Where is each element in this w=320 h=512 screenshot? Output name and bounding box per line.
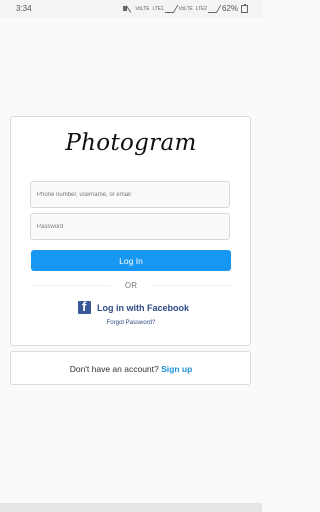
status-time: 3:34 bbox=[16, 4, 32, 13]
divider-right bbox=[151, 285, 231, 286]
signup-link[interactable]: Sign up bbox=[161, 364, 192, 374]
network-label-3: VoLTE bbox=[178, 5, 193, 12]
signup-row: Don't have an account? Sign up bbox=[0, 364, 262, 374]
network-label-2: LTE1 bbox=[152, 5, 164, 12]
facebook-icon bbox=[78, 300, 91, 314]
username-input[interactable] bbox=[30, 181, 230, 208]
signal-icon bbox=[164, 4, 178, 13]
login-button[interactable]: Log In bbox=[31, 250, 231, 271]
app-logo: Photogram bbox=[65, 130, 197, 156]
password-input[interactable] bbox=[30, 213, 230, 240]
mute-icon bbox=[123, 5, 132, 12]
navigation-bar bbox=[0, 503, 262, 512]
facebook-login-label: Log in with Facebook bbox=[97, 302, 189, 313]
signup-prompt: Don't have an account? bbox=[69, 364, 159, 374]
network-label-1: VoLTE bbox=[135, 5, 150, 12]
forgot-password-link[interactable]: Forgot Password? bbox=[0, 320, 262, 326]
facebook-login-button[interactable]: Log in with Facebook bbox=[78, 300, 189, 315]
battery-icon bbox=[241, 3, 248, 13]
status-icons: VoLTE LTE1 VoLTE LTE2 62% bbox=[123, 3, 248, 13]
signal-icon bbox=[207, 4, 222, 13]
network-label-4: LTE2 bbox=[195, 5, 207, 12]
status-bar: 3:34 VoLTE LTE1 VoLTE LTE2 62% bbox=[0, 0, 262, 18]
battery-percentage: 62% bbox=[221, 4, 238, 13]
